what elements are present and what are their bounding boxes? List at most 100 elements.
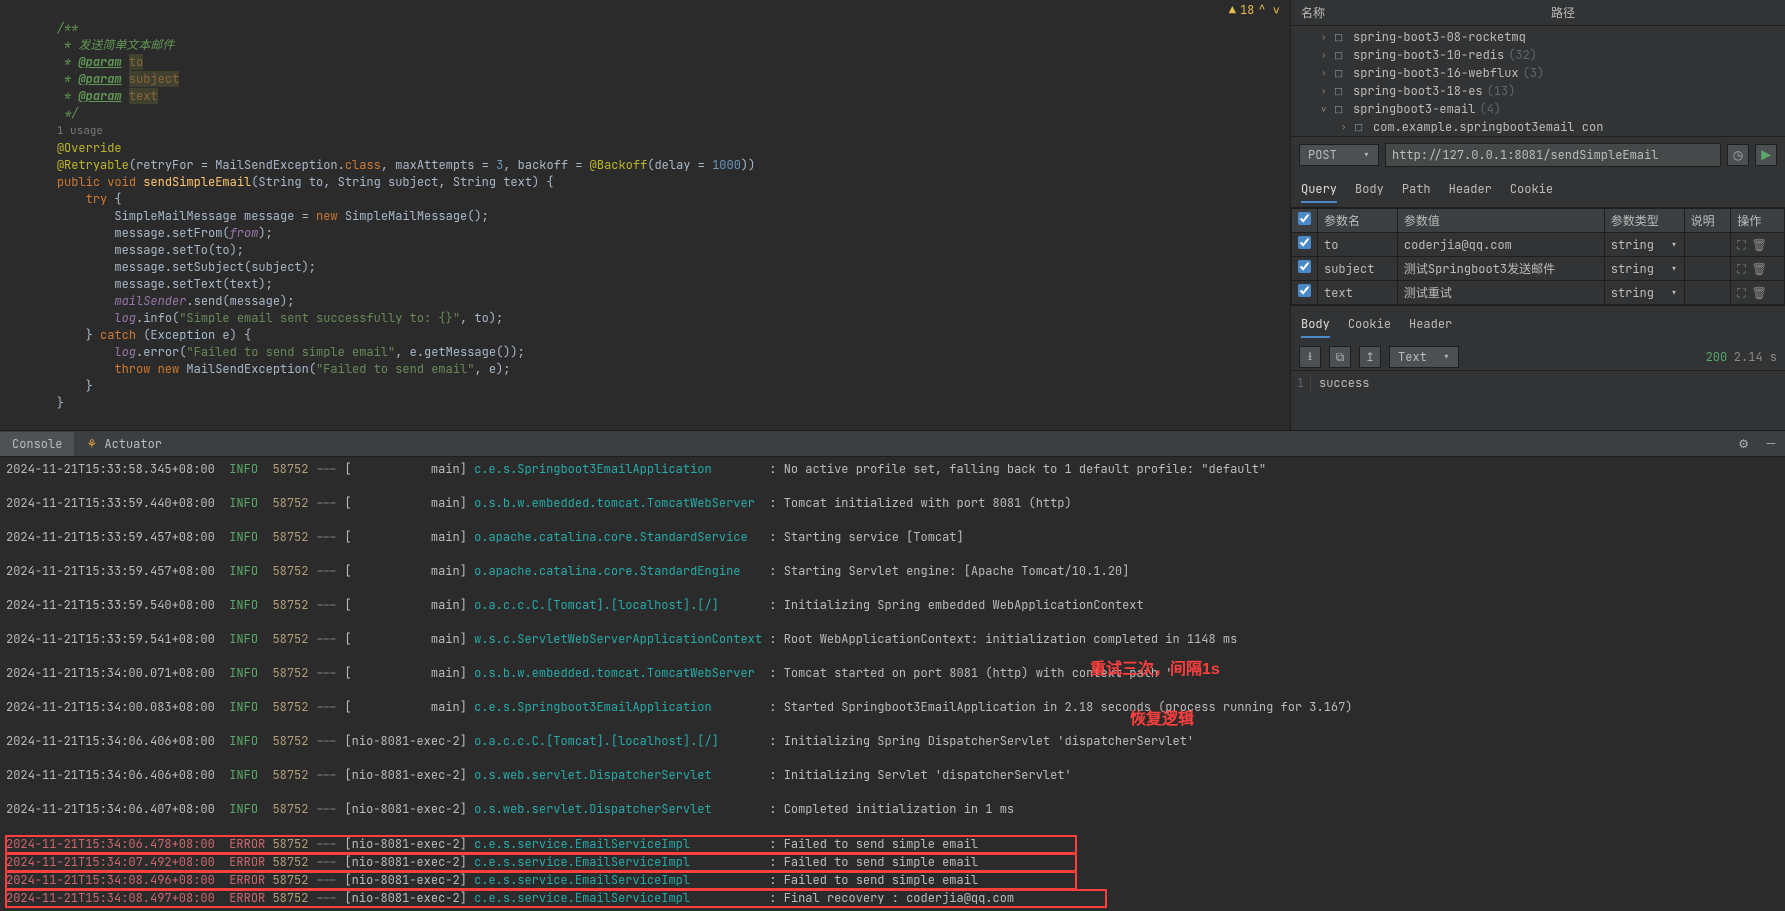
param-desc[interactable] — [1684, 233, 1731, 257]
param-name[interactable]: subject — [1318, 257, 1398, 281]
chevron-icon: › — [1321, 49, 1331, 61]
request-tab-header[interactable]: Header — [1449, 177, 1492, 203]
code-line[interactable]: throw new MailSendException("Failed to s… — [28, 361, 1282, 378]
tree-item[interactable]: ›spring-boot3-16-webflux (3) — [1297, 64, 1779, 82]
tree-item[interactable]: ›spring-boot3-10-redis (32) — [1297, 46, 1779, 64]
code-line[interactable]: * @param to — [28, 54, 1282, 71]
response-tab-body[interactable]: Body — [1301, 312, 1330, 338]
chevron-down-icon: ▾ — [1443, 349, 1450, 365]
code-line[interactable]: @Override — [28, 140, 1282, 157]
code-line[interactable]: * 发送简单文本邮件 — [28, 37, 1282, 54]
param-desc[interactable] — [1684, 257, 1731, 281]
param-value[interactable]: coderjia@qq.com — [1397, 233, 1604, 257]
code-line[interactable]: mailSender.send(message); — [28, 293, 1282, 310]
delete-icon[interactable]: 🗑 — [1752, 261, 1767, 277]
save-icon[interactable]: ⭳ — [1299, 346, 1321, 368]
param-row: tocoderjia@qq.com string▾ ⛶ 🗑 — [1292, 233, 1785, 257]
export-icon[interactable]: ↥ — [1359, 346, 1381, 368]
http-url-input[interactable]: http://127.0.0.1:8081/sendSimpleEmail — [1385, 143, 1721, 167]
tree-item[interactable]: ›spring-boot3-18-es (13) — [1297, 82, 1779, 100]
expand-icon[interactable]: ⛶ — [1737, 237, 1745, 253]
log-line: 2024-11-21T15:34:06.406+08:00 INFO 58752… — [6, 733, 1779, 750]
code-editor[interactable]: ▲ 18 ^ ∨ /** * 发送简单文本邮件 * @param to * @p… — [0, 0, 1290, 430]
tree-item[interactable]: ∨springboot3-email (4) — [1297, 100, 1779, 118]
project-tree[interactable]: ›spring-boot3-08-rocketmq ›spring-boot3-… — [1291, 26, 1785, 136]
response-content: success — [1311, 375, 1369, 391]
history-icon[interactable]: ◷ — [1727, 144, 1749, 166]
param-checkbox[interactable] — [1298, 284, 1311, 297]
code-line[interactable]: message.setFrom(from); — [28, 225, 1282, 242]
param-type-select[interactable]: string▾ — [1611, 237, 1678, 253]
tree-label: springboot3-email — [1353, 101, 1475, 117]
tree-header-path: 路径 — [1551, 4, 1575, 21]
code-line[interactable]: public void sendSimpleEmail(String to, S… — [28, 174, 1282, 191]
code-line[interactable]: 1 usage — [28, 122, 1282, 140]
send-button[interactable]: ▶ — [1755, 144, 1777, 166]
code-line[interactable]: */ — [28, 105, 1282, 122]
http-request-bar: POST▾ http://127.0.0.1:8081/sendSimpleEm… — [1291, 136, 1785, 173]
gear-icon[interactable]: ⚙ — [1730, 432, 1757, 456]
request-tab-query[interactable]: Query — [1301, 177, 1337, 203]
code-line[interactable]: log.error("Failed to send simple email",… — [28, 344, 1282, 361]
param-name[interactable]: text — [1318, 281, 1398, 305]
tree-item[interactable]: › com.example.springboot3email con — [1297, 118, 1779, 136]
response-format-select[interactable]: Text▾ — [1389, 346, 1459, 368]
param-desc[interactable] — [1684, 281, 1731, 305]
param-type-select[interactable]: string▾ — [1611, 285, 1678, 301]
tree-label: spring-boot3-10-redis — [1353, 47, 1504, 63]
code-line[interactable]: } catch (Exception e) { — [28, 327, 1282, 344]
code-line[interactable]: message.setTo(to); — [28, 242, 1282, 259]
response-tab-cookie[interactable]: Cookie — [1348, 312, 1391, 338]
response-status-code: 200 — [1706, 349, 1728, 365]
http-method-select[interactable]: POST▾ — [1299, 144, 1379, 166]
bottom-panel: Console ⚘ Actuator ⚙ － 2024-11-21T15:33:… — [0, 430, 1785, 911]
tree-item[interactable]: ›spring-boot3-08-rocketmq — [1297, 28, 1779, 46]
annotation-retry: 重试三次，间隔1s — [1090, 655, 1220, 679]
response-tab-header[interactable]: Header — [1409, 312, 1452, 338]
chevron-icon: › — [1321, 85, 1331, 97]
param-checkbox[interactable] — [1298, 236, 1311, 249]
code-line[interactable]: /** — [28, 20, 1282, 37]
annotation-recover: 恢复逻辑 — [1130, 705, 1194, 729]
code-line[interactable]: @Retryable(retryFor = MailSendException.… — [28, 157, 1282, 174]
tab-console[interactable]: Console — [0, 432, 74, 456]
param-name[interactable]: to — [1318, 233, 1398, 257]
code-line[interactable]: * @param text — [28, 88, 1282, 105]
code-line[interactable]: no usages — [28, 429, 1282, 430]
param-type-select[interactable]: string▾ — [1611, 261, 1678, 277]
param-checkbox[interactable] — [1298, 260, 1311, 273]
code-line[interactable] — [28, 412, 1282, 429]
expand-icon[interactable]: ⛶ — [1737, 261, 1745, 277]
param-value[interactable]: 测试重试 — [1397, 281, 1604, 305]
log-line: 2024-11-21T15:33:59.541+08:00 INFO 58752… — [6, 631, 1779, 648]
inspection-badge[interactable]: ▲ 18 ^ ∨ — [1229, 2, 1280, 18]
code-line[interactable]: * @param subject — [28, 71, 1282, 88]
th-ops: 操作 — [1731, 209, 1785, 233]
code-line[interactable]: SimpleMailMessage message = new SimpleMa… — [28, 208, 1282, 225]
request-tab-path[interactable]: Path — [1402, 177, 1431, 203]
request-tab-body[interactable]: Body — [1355, 177, 1384, 203]
delete-icon[interactable]: 🗑 — [1752, 237, 1767, 253]
chevron-icon: › — [1341, 121, 1351, 133]
code-line[interactable]: } — [28, 395, 1282, 412]
params-check-all[interactable] — [1298, 212, 1311, 225]
code-line[interactable]: try { — [28, 191, 1282, 208]
log-line: 2024-11-21T15:33:59.440+08:00 INFO 58752… — [6, 495, 1779, 512]
log-line: 2024-11-21T15:33:58.345+08:00 INFO 58752… — [6, 461, 1779, 478]
minimize-icon[interactable]: － — [1757, 431, 1785, 456]
request-tab-cookie[interactable]: Cookie — [1510, 177, 1553, 203]
response-body[interactable]: 1 success — [1291, 371, 1785, 395]
log-line: 2024-11-21T15:34:06.406+08:00 INFO 58752… — [6, 767, 1779, 784]
code-line[interactable]: message.setText(text); — [28, 276, 1282, 293]
code-line[interactable]: } — [28, 378, 1282, 395]
code-line[interactable]: log.info("Simple email sent successfully… — [28, 310, 1282, 327]
tree-label: com.example.springboot3email con — [1373, 119, 1603, 135]
expand-icon[interactable]: ⛶ — [1737, 285, 1745, 301]
copy-icon[interactable]: ⧉ — [1329, 346, 1351, 368]
param-value[interactable]: 测试Springboot3发送邮件 — [1397, 257, 1604, 281]
tab-actuator[interactable]: ⚘ Actuator — [74, 432, 174, 456]
console-output[interactable]: 2024-11-21T15:33:58.345+08:00 INFO 58752… — [0, 457, 1785, 911]
code-line[interactable]: message.setSubject(subject); — [28, 259, 1282, 276]
chevron-down-icon: ▾ — [1670, 261, 1677, 277]
delete-icon[interactable]: 🗑 — [1752, 285, 1767, 301]
